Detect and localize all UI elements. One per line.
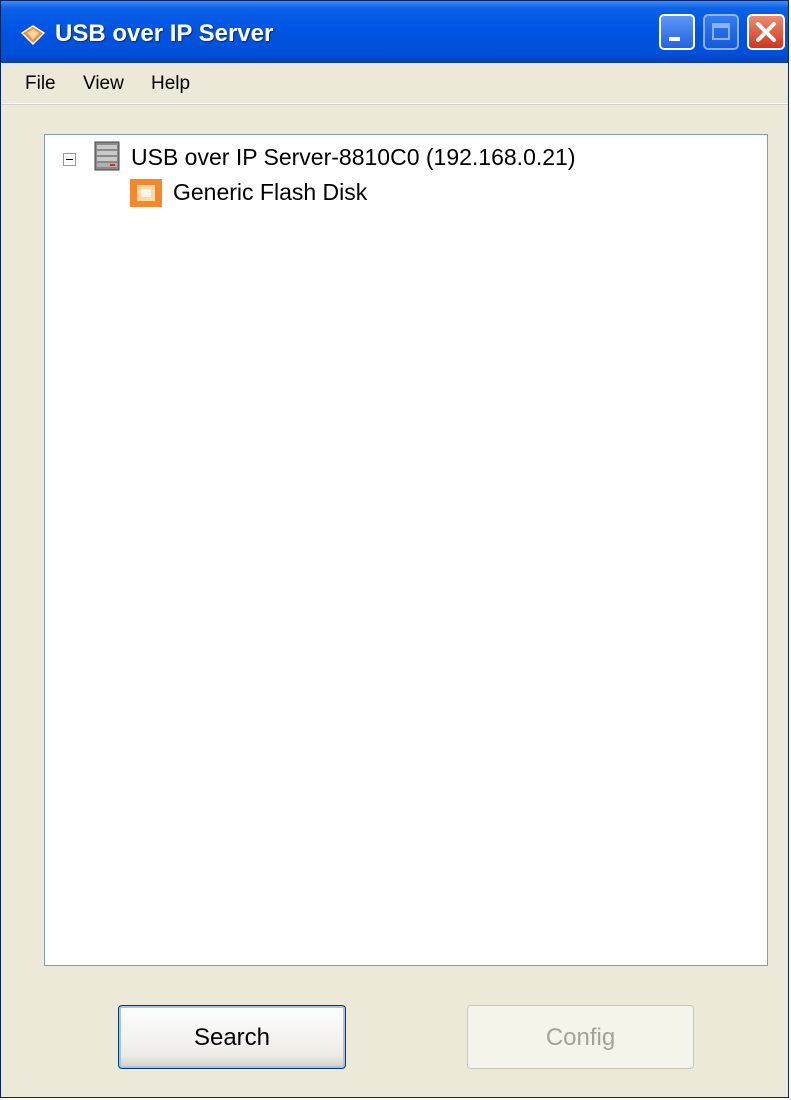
maximize-button[interactable]: [703, 14, 739, 50]
close-icon: [756, 22, 776, 42]
maximize-icon: [712, 23, 730, 40]
title-bar[interactable]: USB over IP Server: [1, 1, 788, 63]
menu-bar: File View Help: [1, 63, 788, 104]
menu-help[interactable]: Help: [151, 73, 190, 95]
usb-device-icon: [130, 179, 162, 207]
menu-view[interactable]: View: [83, 73, 124, 95]
config-button[interactable]: Config: [467, 1005, 694, 1069]
app-diamond-icon: [21, 25, 45, 45]
device-node-label[interactable]: Generic Flash Disk: [173, 179, 367, 206]
main-window: USB over IP Server File View Help USB ov…: [0, 0, 789, 1098]
window-title: USB over IP Server: [55, 20, 274, 47]
minimize-button[interactable]: [659, 14, 695, 50]
search-button[interactable]: Search: [118, 1005, 346, 1069]
close-button[interactable]: [747, 14, 785, 50]
server-icon: [94, 141, 120, 171]
device-tree[interactable]: USB over IP Server-8810C0 (192.168.0.21)…: [44, 134, 768, 966]
minimize-icon: [669, 37, 680, 41]
server-node-label[interactable]: USB over IP Server-8810C0 (192.168.0.21): [131, 144, 576, 171]
collapse-toggle-icon[interactable]: [63, 153, 76, 166]
menu-file[interactable]: File: [25, 73, 56, 95]
